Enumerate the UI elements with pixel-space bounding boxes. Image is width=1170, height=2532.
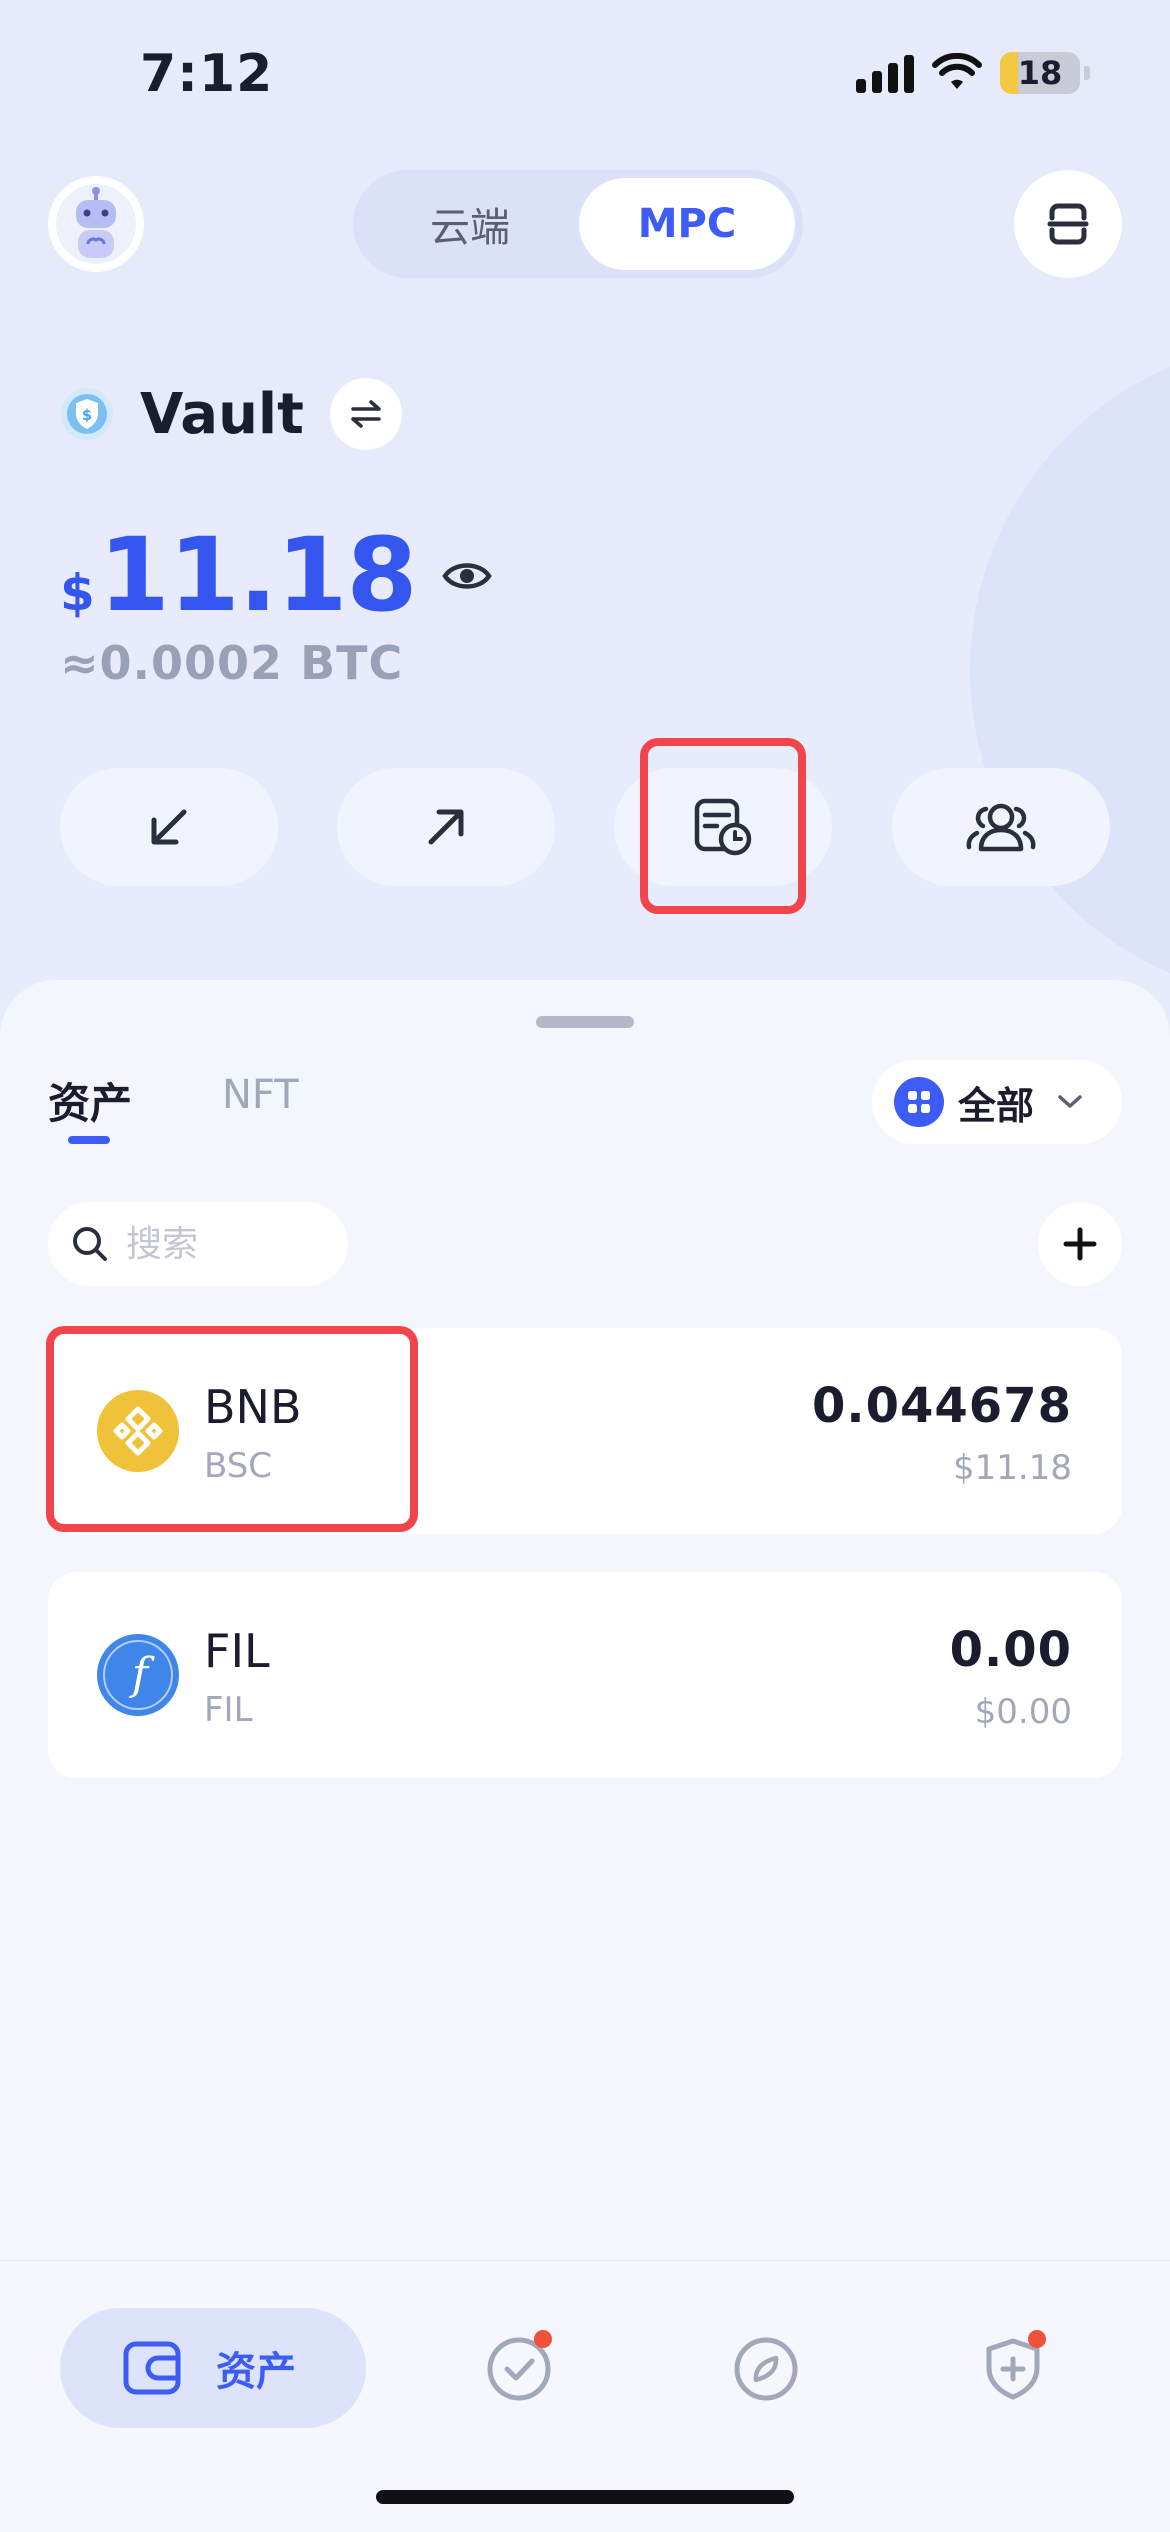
background-decoration (970, 340, 1170, 1000)
filter-label: 全部 (958, 1083, 1035, 1128)
battery-level: 18 (1017, 54, 1063, 92)
vault-shield-icon: $ (61, 388, 113, 440)
svg-text:$: $ (82, 406, 92, 424)
search-input[interactable] (126, 1223, 316, 1265)
plus-icon (1063, 1227, 1097, 1261)
history-highlight-box (640, 738, 806, 914)
nav-item-tasks[interactable] (486, 2330, 552, 2402)
add-token-button[interactable] (1038, 1202, 1122, 1286)
network-filter-dropdown[interactable]: 全部 (872, 1060, 1122, 1144)
tasks-badge (534, 2330, 552, 2348)
status-time: 7:12 (140, 44, 274, 104)
battery-indicator: 18 (1000, 52, 1080, 94)
wallet-screen: 7:12 18 云端 MPC $ Vault $ 11.18 ≈0.0002 B… (0, 0, 1170, 2532)
members-icon (966, 803, 1036, 852)
status-icons: 18 (856, 52, 1090, 94)
eye-icon[interactable] (442, 559, 493, 593)
receive-button[interactable] (60, 768, 278, 886)
tab-cloud[interactable]: 云端 (361, 178, 579, 270)
tab-active-indicator (68, 1136, 110, 1144)
scan-button[interactable] (1014, 170, 1122, 278)
wallet-name-row: $ Vault (60, 378, 402, 450)
sheet-drag-handle[interactable] (536, 1016, 634, 1028)
home-indicator (376, 2490, 794, 2504)
token-row-fil[interactable]: f FIL FIL 0.00 $0.00 (48, 1572, 1122, 1778)
nav-item-assets[interactable]: 资产 (60, 2308, 366, 2428)
send-button[interactable] (337, 768, 555, 886)
token-amount: 0.00 (949, 1622, 1072, 1678)
btc-equivalent: ≈0.0002 BTC (60, 636, 404, 690)
robot-avatar-icon[interactable] (48, 176, 144, 272)
nav-assets-label: 资产 (216, 2349, 296, 2395)
cellular-signal-icon (856, 53, 914, 93)
token-chain: FIL (204, 1690, 253, 1730)
nav-item-security[interactable] (980, 2330, 1046, 2402)
tab-nft[interactable]: NFT (222, 1072, 299, 1118)
wallet-icon (123, 2341, 181, 2395)
grid-icon (894, 1077, 944, 1127)
tab-mpc[interactable]: MPC (579, 178, 795, 270)
wallet-name: Vault (140, 381, 304, 447)
token-amount: 0.044678 (811, 1378, 1072, 1434)
security-badge (1028, 2330, 1046, 2348)
token-fiat-value: $11.18 (953, 1448, 1072, 1488)
balance-amount: 11.18 (98, 516, 418, 635)
swap-arrows-icon (351, 400, 381, 428)
balance-row: $ 11.18 (60, 516, 493, 635)
search-icon (73, 1227, 107, 1261)
wifi-icon (932, 53, 982, 89)
search-box (48, 1202, 348, 1286)
scan-icon (1047, 203, 1089, 245)
tab-assets[interactable]: 资产 (48, 1070, 132, 1131)
send-icon (428, 809, 464, 845)
token-symbol: FIL (204, 1624, 270, 1678)
receive-icon (151, 809, 187, 845)
nav-item-discover[interactable] (733, 2336, 799, 2402)
chevron-down-icon (1058, 1095, 1082, 1108)
members-button[interactable] (892, 768, 1110, 886)
filecoin-icon: f (97, 1634, 179, 1716)
discover-compass-icon (734, 2337, 798, 2401)
battery-tip (1084, 66, 1090, 80)
balance-currency: $ (60, 564, 95, 622)
token-fiat-value: $0.00 (974, 1692, 1072, 1732)
bnb-highlight-box (46, 1326, 418, 1532)
switch-wallet-button[interactable] (329, 378, 402, 450)
mode-switch: 云端 MPC (353, 170, 803, 278)
